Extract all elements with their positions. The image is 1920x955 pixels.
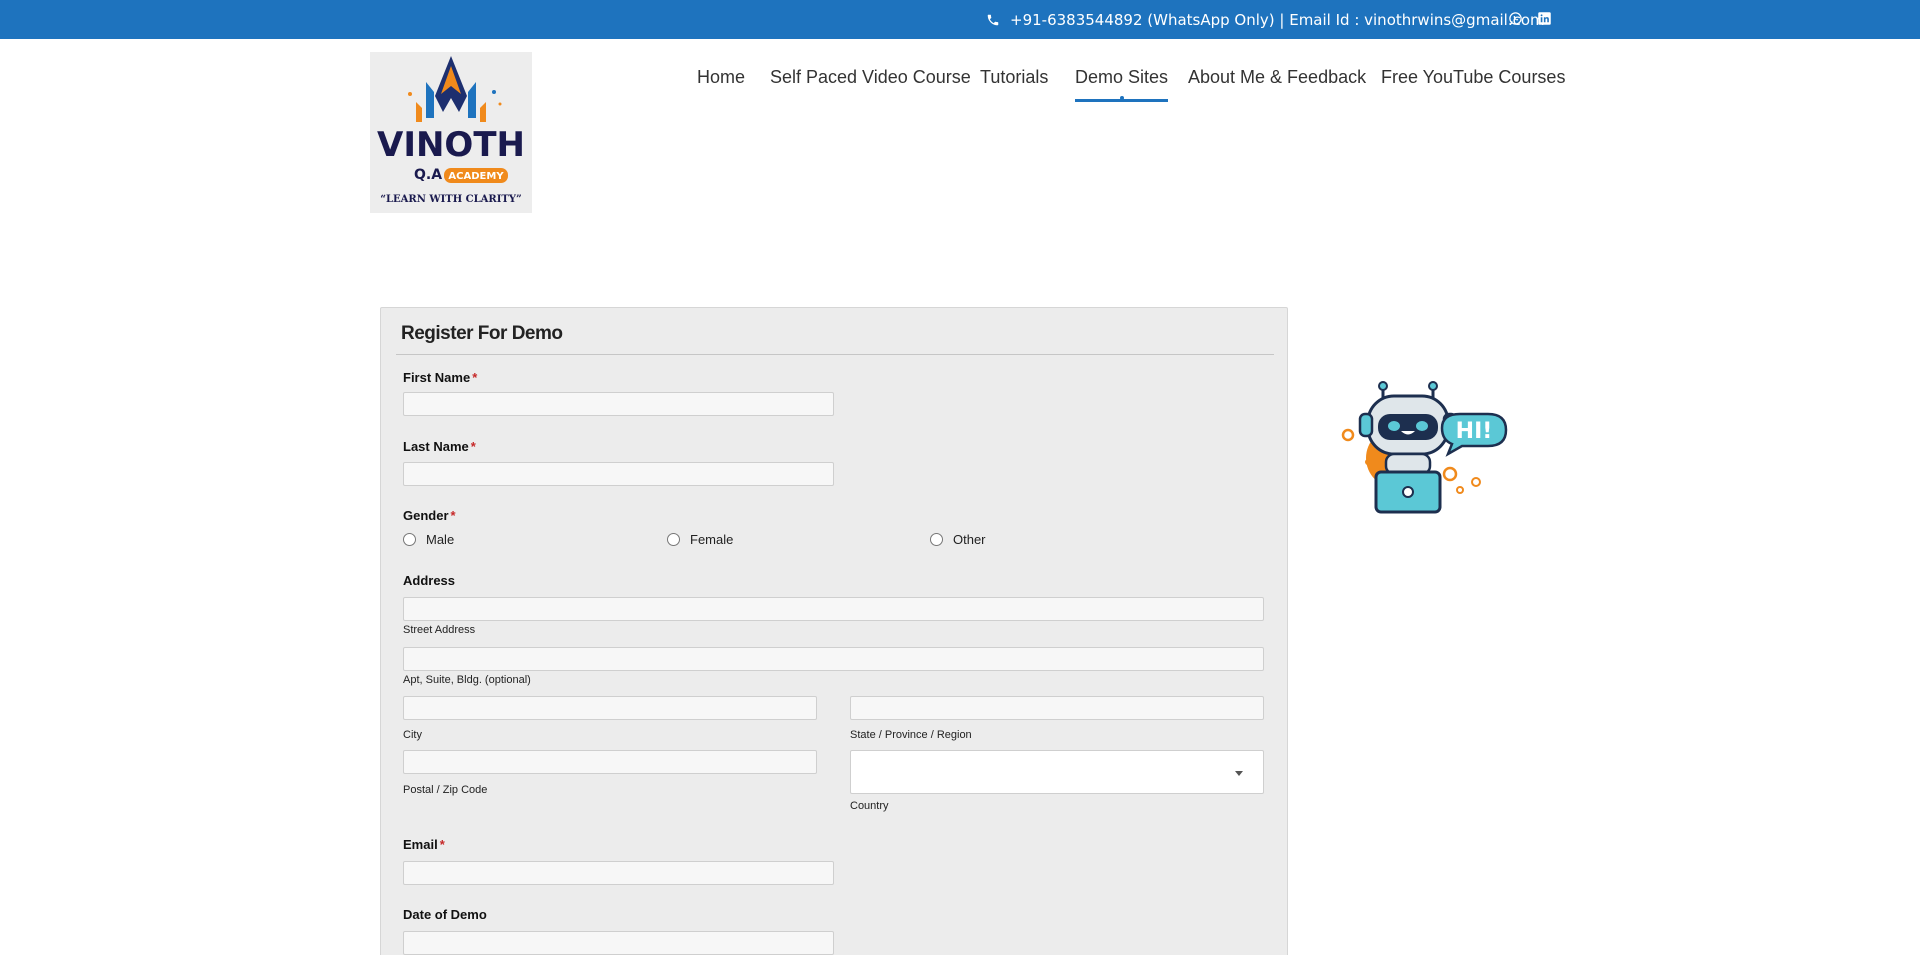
apt-suite-sublabel: Apt, Suite, Bldg. (optional) [403,674,531,686]
state-sublabel: State / Province / Region [850,729,972,741]
radio-button[interactable] [403,533,416,546]
logo-qa-text: Q.A [414,167,442,183]
phone-icon [987,14,999,25]
register-form-panel: Register For Demo First Name * Last Name *… [380,307,1288,955]
logo-academy-text: ACADEMY [448,171,504,182]
whatsapp-icon[interactable] [1508,11,1524,27]
gender-option-female[interactable]: Female [667,532,733,547]
last-name-label-text: Last Name [403,439,469,454]
nav-self-paced-video-course[interactable]: Self Paced Video Course [770,67,971,88]
gender-label-text: Gender [403,508,449,523]
country-sublabel: Country [850,800,889,812]
nav-tutorials[interactable]: Tutorials [980,67,1048,88]
date-of-demo-label: Date of Demo [403,907,487,922]
required-marker: * [470,439,476,454]
postal-code-sublabel: Postal / Zip Code [403,784,488,796]
robot-illustration: HI! [1338,378,1508,514]
nav-demo-sites[interactable]: Demo Sites [1075,67,1169,102]
last-name-input[interactable] [403,462,834,486]
logo-tagline: “LEARN WITH CLARITY” [380,194,521,205]
date-of-demo-input[interactable] [403,931,834,955]
form-title: Register For Demo [401,323,563,344]
gender-option-male[interactable]: Male [403,532,454,547]
first-name-label: First Name * [403,370,477,385]
first-name-input[interactable] [403,392,834,416]
radio-button[interactable] [930,533,943,546]
country-select[interactable] [850,750,1264,794]
email-label-text: Email [403,837,438,852]
chevron-down-icon [1235,771,1243,776]
gender-option-label: Male [426,532,455,547]
gender-option-label: Other [953,532,986,547]
gender-label: Gender * [403,508,456,523]
gender-option-label: Female [690,532,734,547]
top-contact-bar: +91-6383544892 (WhatsApp Only) | Email I… [0,0,1920,39]
nav-free-youtube-courses[interactable]: Free YouTube Courses [1381,67,1565,88]
email-label: Email * [403,837,445,852]
street-address-input[interactable] [403,597,1264,621]
apt-suite-input[interactable] [403,647,1264,671]
nav-home[interactable]: Home [697,67,745,88]
linkedin-icon[interactable] [1537,11,1553,27]
required-marker: * [472,370,478,385]
contact-info: +91-6383544892 (WhatsApp Only) | Email I… [986,0,1545,39]
required-marker: * [439,837,445,852]
address-label: Address [403,573,456,588]
main-navigation: Home Self Paced Video Course Tutorials D… [0,60,1920,110]
social-links [1508,11,1553,27]
street-address-sublabel: Street Address [403,624,476,636]
city-input[interactable] [403,696,817,720]
email-input[interactable] [403,861,834,885]
contact-text: +91-6383544892 (WhatsApp Only) | Email I… [1010,10,1545,29]
gender-option-other[interactable]: Other [930,532,986,547]
state-province-input[interactable] [850,696,1264,720]
nav-about-me-feedback[interactable]: About Me & Feedback [1188,67,1366,88]
city-sublabel: City [403,729,422,741]
required-marker: * [450,508,456,523]
speech-bubble-text: HI! [1456,419,1493,444]
radio-button[interactable] [667,533,680,546]
last-name-label: Last Name * [403,439,476,454]
postal-code-input[interactable] [403,750,817,774]
title-divider [396,354,1274,355]
first-name-label-text: First Name [403,370,471,385]
logo-brand-text: VINOTH [377,125,525,165]
